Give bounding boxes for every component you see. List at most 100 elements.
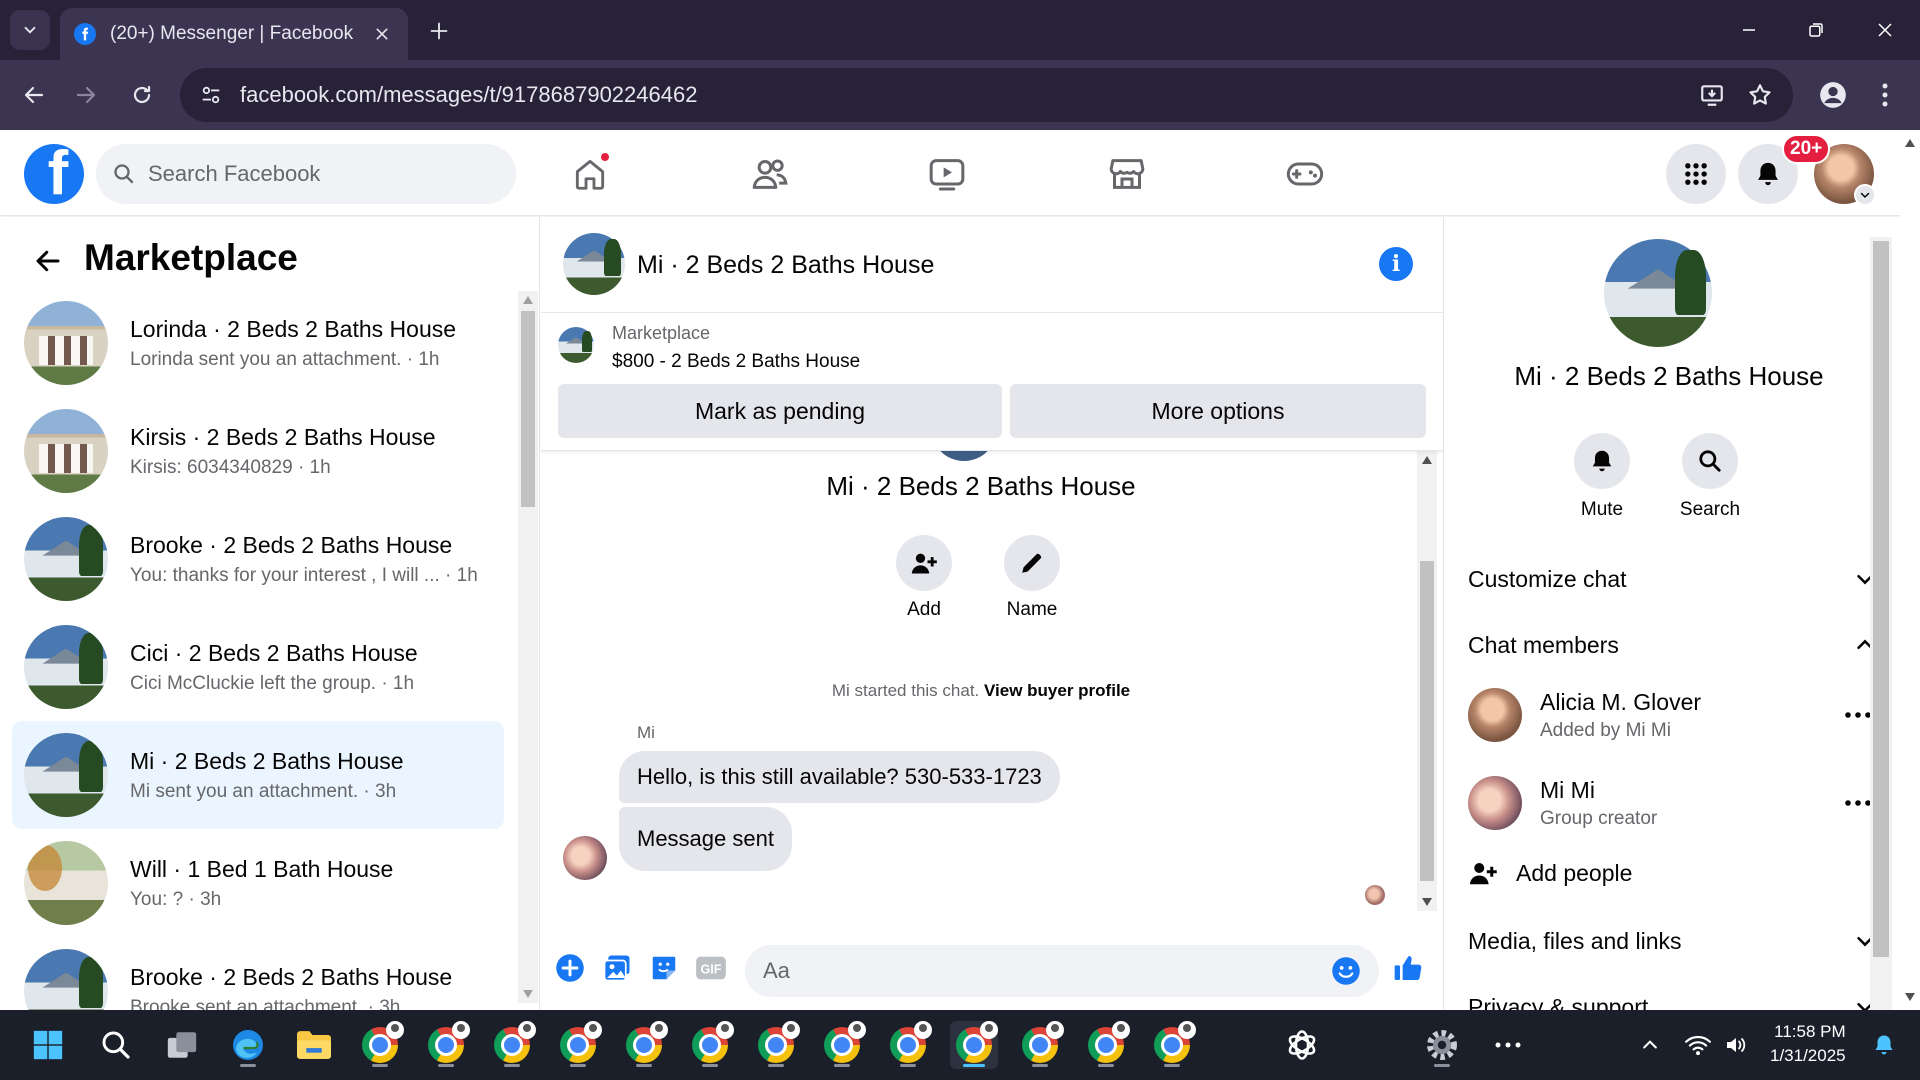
scroll-up-arrow-icon[interactable] xyxy=(1417,451,1437,469)
menu-grid-button[interactable] xyxy=(1666,144,1726,204)
facebook-search-input[interactable] xyxy=(148,161,488,187)
conversation-list-scrollbar[interactable] xyxy=(518,291,538,1003)
taskbar-chrome-window[interactable] xyxy=(686,1021,734,1069)
scroll-down-arrow-icon[interactable] xyxy=(1417,893,1437,911)
message-input-box[interactable] xyxy=(745,945,1379,997)
forward-arrow-icon[interactable] xyxy=(68,77,104,113)
taskbar-search-button[interactable] xyxy=(92,1021,140,1069)
like-thumbs-up-icon[interactable] xyxy=(1391,951,1425,985)
chat-title[interactable]: Mi · 2 Beds 2 Baths House xyxy=(637,251,934,280)
start-button[interactable] xyxy=(24,1021,72,1069)
view-buyer-profile-link[interactable]: View buyer profile xyxy=(984,681,1130,700)
mute-button[interactable]: Mute xyxy=(1552,433,1652,521)
message-thread-scrollbar[interactable] xyxy=(1417,451,1437,911)
nav-friends[interactable] xyxy=(740,148,800,200)
conversation-item[interactable]: Will · 1 Bed 1 Bath House You: ? · 3h xyxy=(12,829,504,937)
taskbar-chrome-window[interactable] xyxy=(884,1021,932,1069)
message-input[interactable] xyxy=(763,958,1331,984)
name-chat-button[interactable]: Name xyxy=(987,535,1077,621)
taskbar-file-explorer[interactable] xyxy=(290,1021,338,1069)
install-app-icon[interactable] xyxy=(1699,82,1725,108)
conversation-item[interactable]: Brooke · 2 Beds 2 Baths House You: thanks… xyxy=(12,505,504,613)
conversation-avatar[interactable] xyxy=(24,841,108,925)
taskbar-chrome-window[interactable] xyxy=(1016,1021,1064,1069)
info-icon[interactable]: i xyxy=(1379,247,1413,281)
taskbar-chrome-window[interactable] xyxy=(752,1021,800,1069)
conversation-avatar[interactable] xyxy=(24,733,108,817)
member-avatar[interactable] xyxy=(1468,776,1522,830)
more-options-button[interactable]: More options xyxy=(1010,384,1426,438)
member-avatar[interactable] xyxy=(1468,688,1522,742)
conversation-item[interactable]: Lorinda · 2 Beds 2 Baths House Lorinda se… xyxy=(12,289,504,397)
show-hidden-icons-button[interactable] xyxy=(1626,1021,1674,1069)
facebook-search-box[interactable] xyxy=(96,144,516,204)
mark-as-pending-button[interactable]: Mark as pending xyxy=(558,384,1002,438)
gif-icon[interactable]: GIF xyxy=(694,951,728,985)
privacy-support-section[interactable]: Privacy & support xyxy=(1468,987,1876,1010)
scrollbar-thumb[interactable] xyxy=(1420,561,1434,881)
media-files-links-section[interactable]: Media, files and links xyxy=(1468,921,1876,961)
conversation-item[interactable]: Brooke · 2 Beds 2 Baths House Brooke sent… xyxy=(12,937,504,1010)
restore-window-icon[interactable] xyxy=(1799,14,1833,46)
taskbar-chrome-window[interactable] xyxy=(950,1021,998,1069)
url-text[interactable]: facebook.com/messages/t/9178687902246462 xyxy=(240,82,1677,108)
conversation-avatar[interactable] xyxy=(24,949,108,1010)
chat-avatar[interactable] xyxy=(563,233,625,295)
conversation-item[interactable]: Mi · 2 Beds 2 Baths House Mi sent you an … xyxy=(12,721,504,829)
taskbar-overflow-button[interactable] xyxy=(1484,1021,1532,1069)
listing-thumbnail[interactable] xyxy=(558,327,594,363)
site-settings-icon[interactable] xyxy=(200,84,222,106)
search-in-chat-button[interactable]: Search xyxy=(1660,433,1760,521)
page-scrollbar[interactable] xyxy=(1900,130,1920,1010)
nav-gaming[interactable] xyxy=(1275,148,1335,200)
close-tab-icon[interactable] xyxy=(370,22,394,46)
taskbar-chrome-window[interactable] xyxy=(356,1021,404,1069)
customize-chat-section[interactable]: Customize chat xyxy=(1468,559,1876,599)
conversation-item[interactable]: Kirsis · 2 Beds 2 Baths House Kirsis: 603… xyxy=(12,397,504,505)
scrollbar-thumb[interactable] xyxy=(521,311,535,507)
sender-avatar[interactable] xyxy=(563,836,607,880)
taskbar-chrome-window[interactable] xyxy=(422,1021,470,1069)
facebook-logo-icon[interactable]: f xyxy=(24,144,84,204)
add-people-button[interactable]: Add people xyxy=(1468,853,1632,893)
reload-icon[interactable] xyxy=(124,77,160,113)
taskbar-clock[interactable]: 11:58 PM 1/31/2025 xyxy=(1770,1020,1846,1068)
notification-center-button[interactable] xyxy=(1860,1021,1908,1069)
browser-menu-icon[interactable] xyxy=(1870,77,1900,113)
message-bubble[interactable]: Message sent xyxy=(619,807,792,871)
back-arrow-icon[interactable] xyxy=(16,77,52,113)
conversation-avatar[interactable] xyxy=(24,409,108,493)
volume-status[interactable] xyxy=(1712,1021,1760,1069)
details-panel-scrollbar[interactable] xyxy=(1870,237,1892,1010)
scroll-down-arrow-icon[interactable] xyxy=(1900,988,1920,1006)
sticker-icon[interactable] xyxy=(647,951,681,985)
chat-details-avatar[interactable] xyxy=(1604,239,1712,347)
taskbar-chrome-window[interactable] xyxy=(1148,1021,1196,1069)
conversation-avatar[interactable] xyxy=(24,301,108,385)
emoji-icon[interactable] xyxy=(1331,956,1361,986)
attach-photo-icon[interactable] xyxy=(600,951,634,985)
back-button[interactable] xyxy=(28,241,68,281)
taskbar-chrome-window[interactable] xyxy=(620,1021,668,1069)
more-actions-plus-icon[interactable] xyxy=(553,951,587,985)
task-view-button[interactable] xyxy=(158,1021,206,1069)
account-menu-chevron[interactable] xyxy=(1854,184,1876,206)
bookmark-star-icon[interactable] xyxy=(1747,82,1773,108)
scroll-up-arrow-icon[interactable] xyxy=(1900,134,1920,152)
conversation-item[interactable]: Cici · 2 Beds 2 Baths House Cici McClucki… xyxy=(12,613,504,721)
listing-title[interactable]: $800 - 2 Beds 2 Baths House xyxy=(612,351,860,373)
scroll-down-arrow-icon[interactable] xyxy=(518,985,538,1003)
taskbar-chrome-window[interactable] xyxy=(488,1021,536,1069)
chat-member-row[interactable]: Mi Mi Group creator xyxy=(1468,771,1876,835)
taskbar-chrome-window[interactable] xyxy=(818,1021,866,1069)
nav-video[interactable] xyxy=(917,148,977,200)
taskbar-edge[interactable] xyxy=(224,1021,272,1069)
chat-members-section[interactable]: Chat members xyxy=(1468,625,1876,665)
nav-marketplace[interactable] xyxy=(1097,148,1157,200)
taskbar-settings[interactable] xyxy=(1418,1021,1466,1069)
address-bar[interactable]: facebook.com/messages/t/9178687902246462 xyxy=(180,68,1793,122)
conversation-avatar[interactable] xyxy=(24,517,108,601)
browser-tab-messenger[interactable]: (20+) Messenger | Facebook xyxy=(60,8,408,60)
close-window-icon[interactable] xyxy=(1868,14,1902,46)
scrollbar-thumb[interactable] xyxy=(1873,241,1889,957)
